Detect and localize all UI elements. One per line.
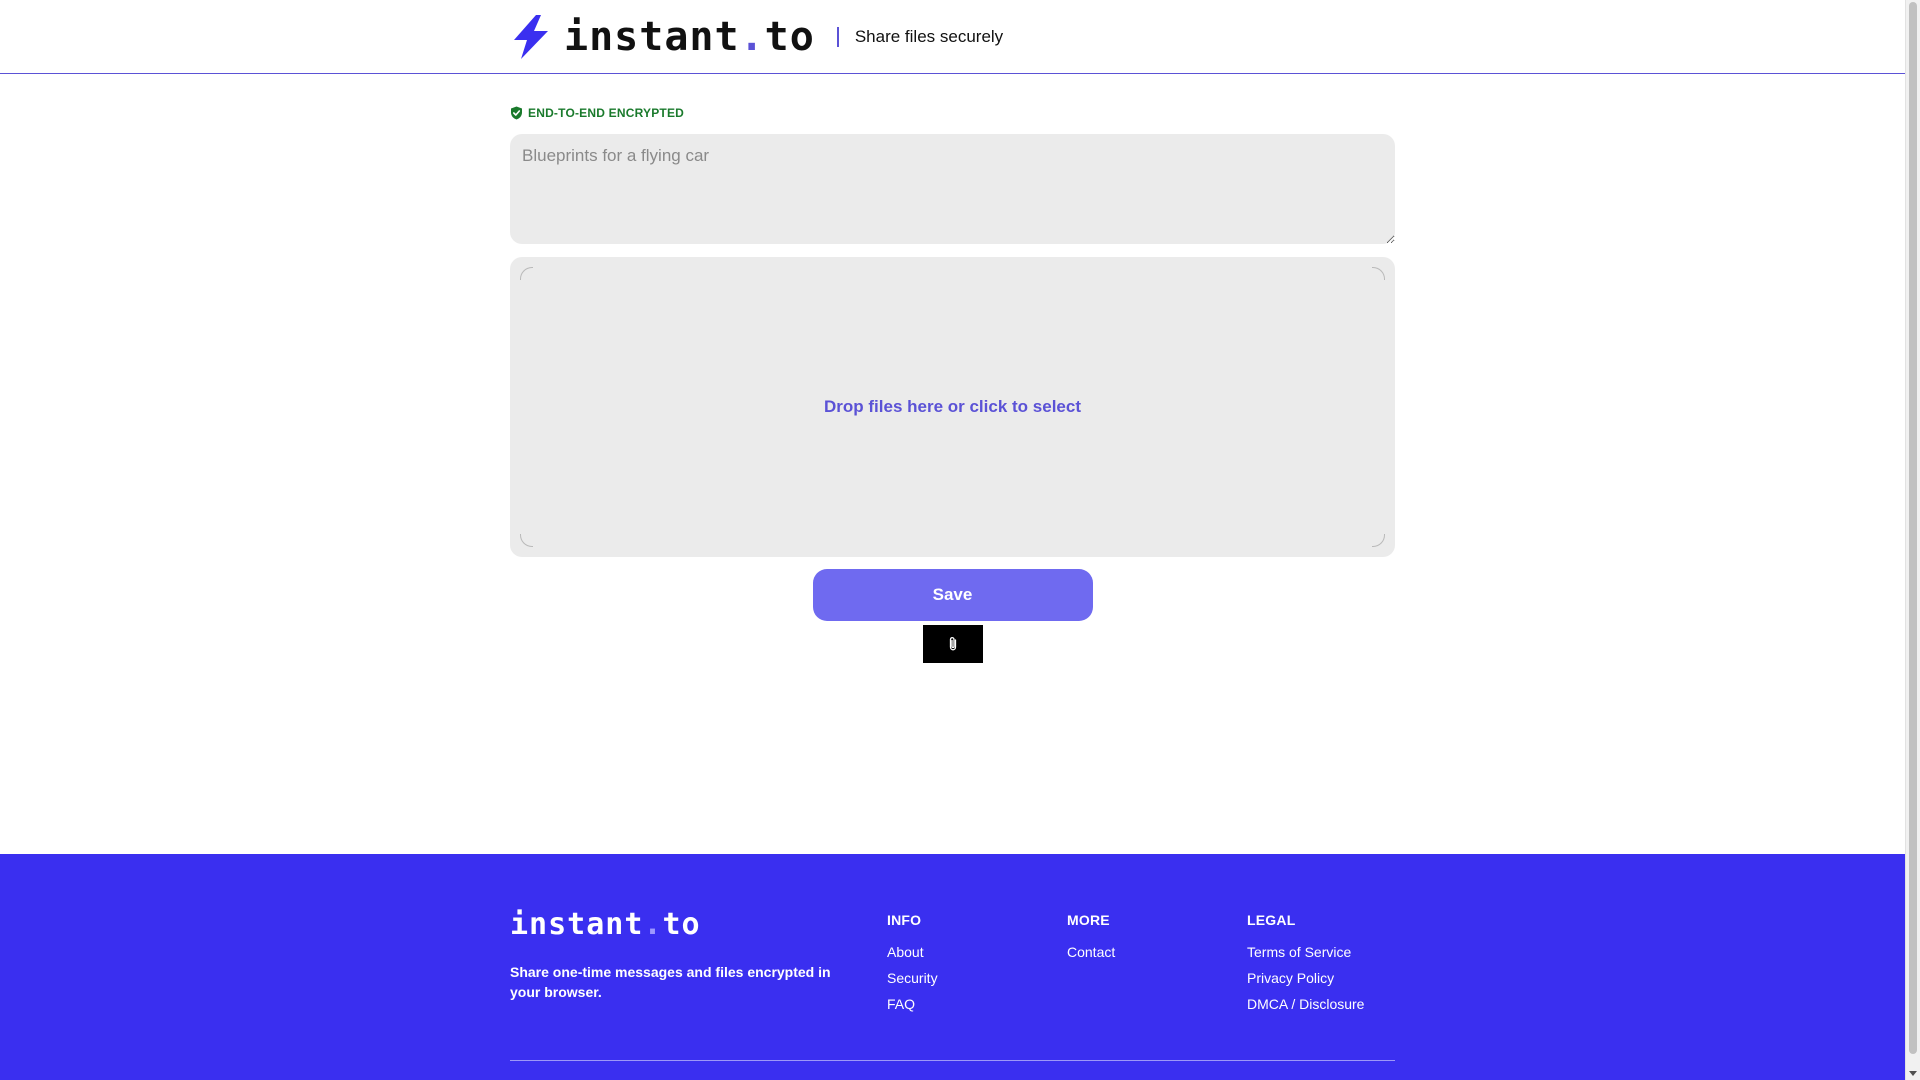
header-tagline: Share files securely [854,27,1004,46]
footer-logo-suffix: to [662,907,701,942]
attach-file-button[interactable] [922,625,983,663]
page-scrollbar[interactable] [1905,0,1920,1080]
footer-heading-legal: LEGAL [1247,912,1296,928]
footer-link-privacy[interactable]: Privacy Policy [1247,965,1364,991]
dropzone-label: Drop files here or click to select [824,397,1081,416]
file-dropzone[interactable]: Drop files here or click to select [510,257,1395,557]
main-content: END-TO-END ENCRYPTED Drop files here or … [510,104,1395,663]
scrollbar-thumb[interactable] [1909,2,1917,1054]
footer-column-info: INFO About Security FAQ [887,912,938,1017]
logo-wordmark: instant.to [564,17,815,57]
footer-divider [510,1060,1395,1061]
footer-logo-link[interactable]: instant.to [510,910,701,940]
dropzone-corner [520,267,533,280]
paperclip-icon [949,636,956,651]
dropzone-corner [520,534,533,547]
encryption-badge: END-TO-END ENCRYPTED [510,104,1395,122]
dropzone-corner [1372,534,1385,547]
logo-suffix: to [764,14,815,60]
footer-link-dmca[interactable]: DMCA / Disclosure [1247,991,1364,1017]
message-input[interactable] [510,134,1395,244]
footer-description: Share one-time messages and files encryp… [510,964,831,1000]
footer-heading-info: INFO [887,912,922,928]
lightning-bolt-icon [514,15,548,59]
footer-link-terms[interactable]: Terms of Service [1247,939,1364,965]
footer-link-security[interactable]: Security [887,965,938,991]
logo-text: instant [564,14,740,60]
dropzone-corner [1372,267,1385,280]
footer-link-faq[interactable]: FAQ [887,991,938,1017]
footer-link-contact[interactable]: Contact [1067,939,1115,965]
footer-column-legal: LEGAL Terms of Service Privacy Policy DM… [1247,912,1364,1017]
footer-logo-dot: . [643,907,663,942]
site-footer: instant.to Share one-time messages and f… [0,854,1905,1080]
site-header: instant.to Share files securely [0,0,1905,74]
header-separator [836,27,839,47]
scroll-down-icon[interactable] [1909,1071,1917,1076]
save-button[interactable]: Save [812,569,1093,621]
footer-link-about[interactable]: About [887,939,938,965]
footer-logo-text: instant [510,907,644,942]
encryption-badge-label: END-TO-END ENCRYPTED [528,106,685,120]
home-logo-link[interactable]: instant.to [510,14,815,60]
header-brand: instant.to Share files securely [510,0,1003,74]
footer-heading-more: MORE [1067,912,1110,928]
logo-dot: . [739,14,765,60]
page: instant.to Share files securely END-TO-E… [0,0,1905,1080]
footer-content: instant.to Share one-time messages and f… [510,910,1395,1013]
shield-check-icon [511,106,522,120]
footer-column-more: MORE Contact [1067,912,1115,965]
